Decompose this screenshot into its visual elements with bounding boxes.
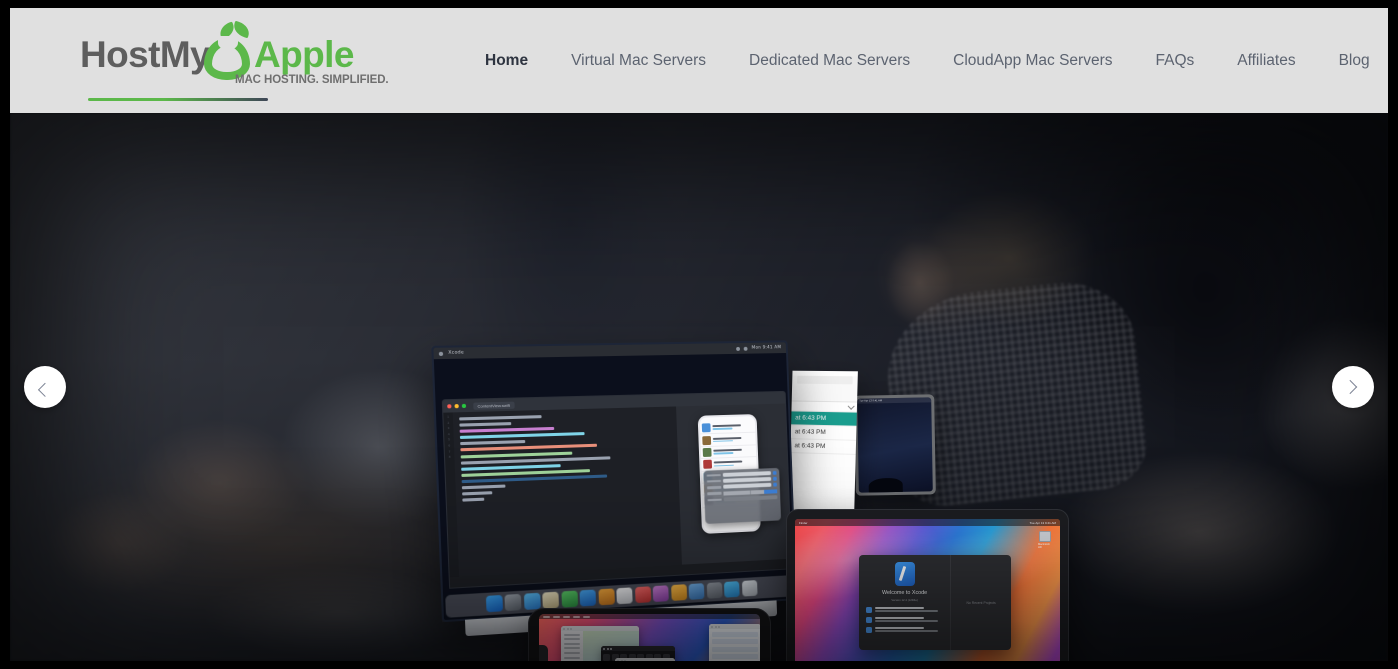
iphone-notch [539, 645, 548, 661]
page-inner: HostMy Apple MAC HOSTING. SIMPLIFIED. Ho… [10, 8, 1388, 661]
nav-item-dedicated-mac-servers[interactable]: Dedicated Mac Servers [749, 53, 910, 69]
logo-text-secondary: Apple [254, 34, 354, 75]
site-logo[interactable]: HostMy Apple MAC HOSTING. SIMPLIFIED. [80, 20, 389, 101]
nav-item-blog[interactable]: Blog [1339, 53, 1370, 69]
logo-tagline: MAC HOSTING. SIMPLIFIED. [235, 73, 389, 86]
hero-carousel: Tue Apr 13 9:41 AM at 6:43 PM at 6:43 PM… [10, 113, 1388, 661]
logo-text-primary: HostMy [80, 34, 211, 75]
apple-outline-icon [200, 20, 262, 80]
logo-underline-rule [88, 97, 268, 101]
site-header: HostMy Apple MAC HOSTING. SIMPLIFIED. Ho… [10, 8, 1388, 113]
nav-item-cloudapp-mac-servers[interactable]: CloudApp Mac Servers [953, 53, 1112, 69]
page-frame: HostMy Apple MAC HOSTING. SIMPLIFIED. Ho… [0, 0, 1398, 669]
chevron-right-icon [1343, 379, 1358, 395]
nav-item-home[interactable]: Home [485, 53, 528, 69]
apple-notch-icon [218, 35, 238, 50]
nav-item-affiliates[interactable]: Affiliates [1237, 53, 1295, 69]
chevron-left-icon [37, 382, 53, 397]
carousel-prev-button[interactable]: Previous slide [24, 366, 66, 408]
hero-vignette [10, 113, 1388, 661]
carousel-next-button[interactable]: Next slide [1332, 366, 1374, 408]
nav-item-faqs[interactable]: FAQs [1156, 53, 1195, 69]
nav-item-virtual-mac-servers[interactable]: Virtual Mac Servers [571, 53, 706, 69]
main-navigation: Home Virtual Mac Servers Dedicated Mac S… [485, 53, 1388, 69]
